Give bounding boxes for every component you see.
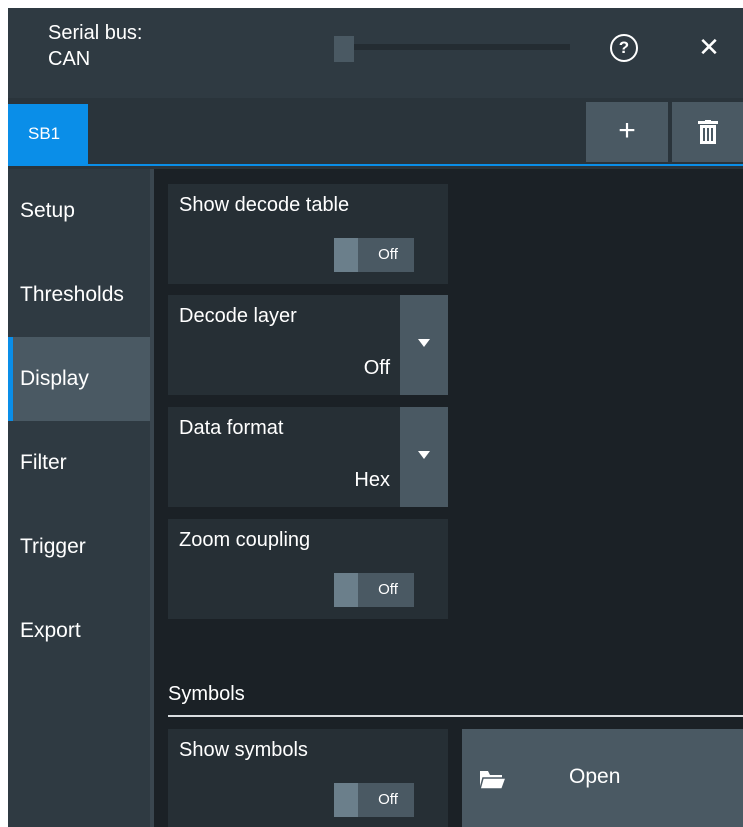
zoom-coupling-panel: Zoom coupling Off (168, 519, 448, 619)
toggle-state: Off (378, 791, 398, 808)
chevron-down-icon (418, 339, 430, 347)
delete-bus-button[interactable] (672, 102, 743, 162)
sidebar-nav: Setup Thresholds Display Filter Trigger … (8, 169, 150, 827)
show-symbols-label: Show symbols (179, 739, 308, 761)
tab-underline (8, 164, 743, 166)
sidebar-item-filter[interactable]: Filter (8, 421, 150, 505)
data-format-dropdown-button[interactable] (400, 407, 448, 507)
symbols-section-title: Symbols (168, 683, 245, 705)
sidebar-item-setup[interactable]: Setup (8, 169, 150, 253)
dialog-title: Serial bus: CAN (48, 20, 143, 72)
toggle-state: Off (378, 581, 398, 598)
toggle-knob (334, 238, 358, 272)
sidebar-item-trigger[interactable]: Trigger (8, 505, 150, 589)
decode-layer-panel[interactable]: Decode layer Off (168, 295, 448, 395)
trash-icon (698, 120, 718, 144)
serial-bus-dialog: Serial bus: CAN ? ✕ SB1 + Setup Threshol… (8, 8, 743, 827)
help-icon[interactable]: ? (610, 34, 638, 62)
title-line-1: Serial bus: (48, 22, 143, 44)
toggle-knob (334, 783, 358, 817)
show-symbols-panel: Show symbols Off (168, 729, 448, 827)
close-icon[interactable]: ✕ (694, 32, 724, 62)
plus-icon: + (618, 114, 636, 147)
content-scrollbar[interactable] (150, 169, 154, 827)
data-format-value: Hex (354, 469, 390, 491)
transparency-slider-thumb[interactable] (334, 36, 354, 62)
folder-open-icon (480, 771, 506, 789)
toggle-state: Off (378, 246, 398, 263)
sidebar-item-export[interactable]: Export (8, 589, 150, 673)
open-button-label: Open (569, 765, 621, 788)
transparency-slider-track[interactable] (334, 44, 570, 50)
add-bus-button[interactable]: + (586, 102, 668, 162)
dialog-header: Serial bus: CAN ? ✕ (8, 8, 743, 98)
toggle-knob (334, 573, 358, 607)
tab-sb1[interactable]: SB1 (8, 104, 88, 164)
show-symbols-toggle[interactable]: Off (334, 783, 414, 817)
section-divider (168, 715, 743, 717)
zoom-coupling-label: Zoom coupling (179, 529, 311, 551)
data-format-label: Data format (179, 417, 284, 439)
data-format-panel[interactable]: Data format Hex (168, 407, 448, 507)
chevron-down-icon (418, 451, 430, 459)
show-decode-table-toggle[interactable]: Off (334, 238, 414, 272)
show-decode-table-panel: Show decode table Off (168, 184, 448, 284)
decode-layer-value: Off (363, 357, 390, 379)
zoom-coupling-toggle[interactable]: Off (334, 573, 414, 607)
sidebar-item-display[interactable]: Display (8, 337, 150, 421)
decode-layer-label: Decode layer (179, 305, 297, 327)
open-symbols-button[interactable]: Open (462, 729, 743, 827)
sidebar-item-thresholds[interactable]: Thresholds (8, 253, 150, 337)
show-decode-table-label: Show decode table (179, 194, 350, 216)
decode-layer-dropdown-button[interactable] (400, 295, 448, 395)
title-line-2: CAN (48, 48, 91, 70)
